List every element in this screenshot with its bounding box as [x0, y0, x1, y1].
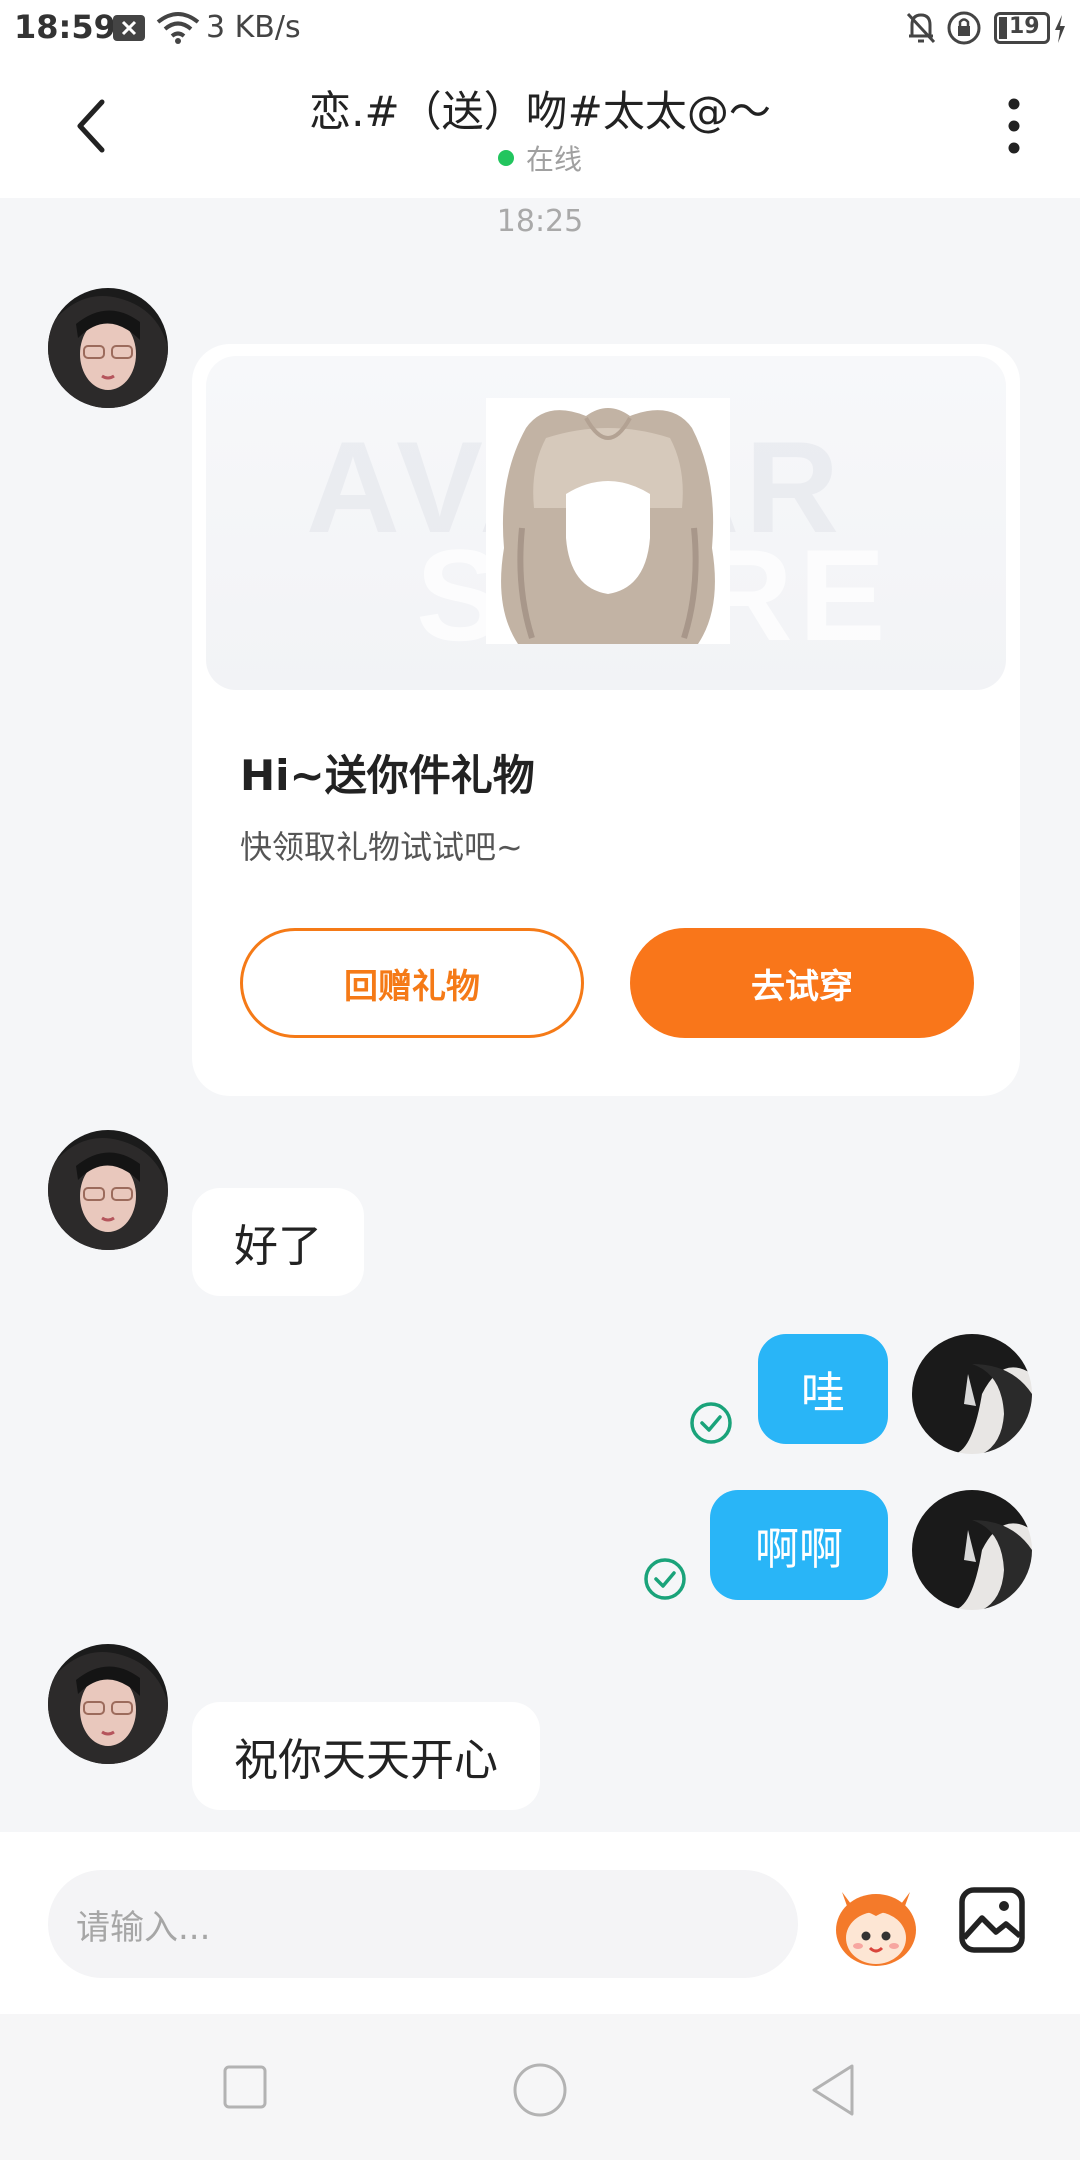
home-icon[interactable] — [512, 2062, 568, 2118]
contact-avatar[interactable] — [48, 288, 168, 408]
battery-percent: 19 — [1009, 14, 1040, 39]
status-bar: 18:59 3 KB/s 19 — [0, 0, 1080, 56]
contact-avatar-image — [48, 288, 168, 408]
outgoing-message-bubble[interactable]: 啊啊 — [710, 1490, 888, 1600]
message-input[interactable]: 请输入... — [48, 1870, 798, 1978]
online-dot-icon — [497, 150, 514, 166]
hair-item-image — [486, 398, 730, 644]
gift-title: Hi~送你件礼物 — [240, 751, 535, 800]
contact-avatar-image — [48, 1130, 168, 1250]
more-options-icon[interactable] — [1000, 96, 1028, 156]
notification-close-icon — [113, 15, 145, 41]
outgoing-message-bubble[interactable]: 哇 — [758, 1334, 888, 1444]
read-check-icon — [690, 1402, 732, 1444]
status-time: 18:59 — [14, 8, 116, 46]
my-avatar[interactable] — [912, 1334, 1032, 1454]
rotation-lock-icon — [947, 11, 981, 45]
system-nav-bar — [0, 2014, 1080, 2160]
my-avatar[interactable] — [912, 1490, 1032, 1610]
incoming-message-bubble[interactable]: 祝你天天开心 — [192, 1702, 540, 1810]
try-on-button[interactable]: 去试穿 — [630, 928, 974, 1038]
contact-avatar-image — [48, 1644, 168, 1764]
back-nav-icon[interactable] — [808, 2062, 858, 2118]
mute-bell-icon — [906, 12, 936, 44]
gift-card[interactable]: AVATAR STORE Hi~送你件礼物 快领取礼物试试吧~ 回赠礼物 去试穿 — [192, 344, 1020, 1096]
battery-icon: 19 — [994, 12, 1050, 44]
chat-header: 恋.#（送）吻#太太@～ 在线 — [0, 56, 1080, 198]
recent-apps-icon[interactable] — [222, 2064, 268, 2110]
read-check-icon — [644, 1558, 686, 1600]
my-avatar-image — [912, 1490, 1032, 1610]
battery-level — [999, 17, 1007, 39]
sticker-mascot-icon[interactable] — [830, 1872, 922, 1972]
image-picker-icon[interactable] — [958, 1886, 1026, 1954]
online-status: 在线 — [0, 138, 1080, 178]
my-avatar-image — [912, 1334, 1032, 1454]
contact-avatar[interactable] — [48, 1130, 168, 1250]
incoming-message-bubble[interactable]: 好了 — [192, 1188, 364, 1296]
gift-subtitle: 快领取礼物试试吧~ — [240, 828, 523, 866]
network-speed: 3 KB/s — [206, 10, 301, 45]
contact-name: 恋.#（送）吻#太太@～ — [309, 87, 771, 136]
gift-preview: AVATAR STORE — [206, 356, 1006, 690]
contact-avatar[interactable] — [48, 1644, 168, 1764]
wifi-icon — [156, 12, 200, 44]
message-timestamp: 18:25 — [496, 204, 584, 239]
online-status-label: 在线 — [525, 143, 582, 176]
charging-icon — [1055, 15, 1065, 43]
return-gift-button[interactable]: 回赠礼物 — [240, 928, 584, 1038]
input-bar: 请输入... — [0, 1832, 1080, 2014]
